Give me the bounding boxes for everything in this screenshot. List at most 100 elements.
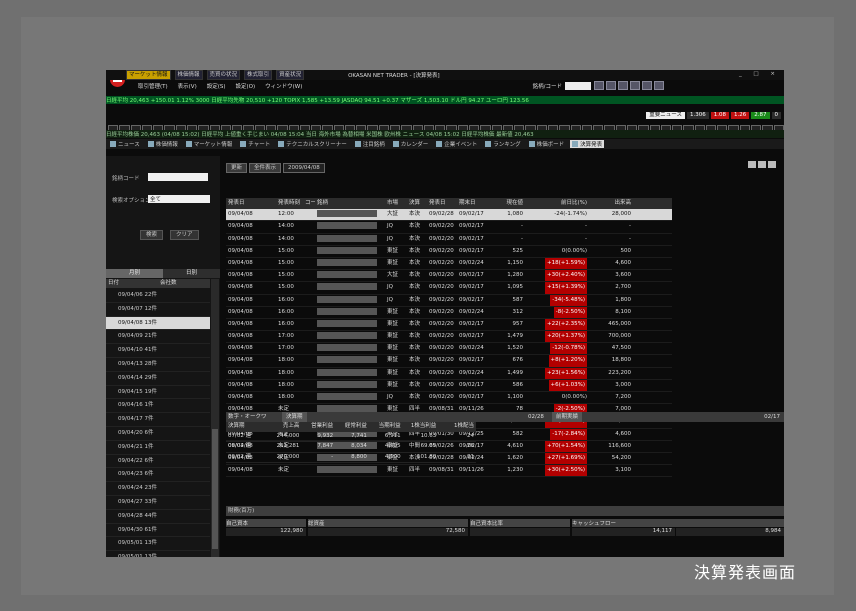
table-row[interactable]: 09/04/08 14:00 JQ 本決 09/02/20 09/02/17 - - - <box>226 234 672 246</box>
column-header[interactable]: 銘柄 <box>315 198 385 209</box>
table-row[interactable]: 09/04/08 未定 東証 四半 09/08/31 09/11/26 1,230 +30(+… <box>226 465 672 478</box>
date-list-scrollbar[interactable] <box>211 279 219 557</box>
footer-header: キャッシュフロー <box>572 519 784 527</box>
tab-screener[interactable]: テクニカルスクリーナー <box>276 140 349 148</box>
date-list-item[interactable]: 09/04/09 21件 <box>106 330 210 345</box>
col-date: 日付 <box>108 280 120 286</box>
tab-calendar[interactable]: カレンダー <box>391 140 431 148</box>
table-row[interactable]: 09/04/08 16:00 東証 本決 09/02/20 09/02/17 957 +22(… <box>226 318 672 332</box>
tool-icon[interactable] <box>618 81 628 90</box>
date-list-item[interactable]: 09/05/01 13件 <box>106 551 210 557</box>
menu-item-view[interactable]: 表示(V) <box>178 82 197 90</box>
column-header[interactable]: 発表時刻 <box>276 198 303 209</box>
date-list-item[interactable]: 09/04/17 7件 <box>106 413 210 427</box>
code-input[interactable] <box>565 81 591 90</box>
tab-board[interactable]: 株価ボード <box>527 140 567 148</box>
menu-item-settings[interactable]: 設定(S) <box>207 82 226 90</box>
print-icon[interactable] <box>748 161 756 168</box>
tab-monthly[interactable]: 月別 <box>106 269 163 278</box>
clear-button[interactable]: クリア <box>170 230 199 240</box>
table-row[interactable]: 09/04/08 18:00 東証 本決 09/02/20 09/02/17 586 +6(+… <box>226 379 672 392</box>
table-row[interactable]: 09/04/08 15:00 東証 本決 09/02/20 09/02/24 1,150 +1… <box>226 257 672 271</box>
table-cell: 09/02/20 <box>429 308 454 315</box>
column-header[interactable]: 発表日 <box>226 198 276 209</box>
code-field[interactable] <box>148 173 208 181</box>
date-list-item[interactable]: 09/04/21 1件 <box>106 441 210 455</box>
toolbar-button-status[interactable]: 売買の状況 <box>206 70 241 80</box>
date-list-item[interactable]: 09/04/23 6件 <box>106 468 210 483</box>
column-header[interactable]: 市場 <box>385 198 407 209</box>
redacted-name <box>317 466 377 474</box>
toolbar-button-assets[interactable]: 資産状況 <box>276 70 305 80</box>
date-list-item[interactable]: 09/04/27 33件 <box>106 496 210 510</box>
date-list-item[interactable]: 09/04/16 1件 <box>106 399 210 414</box>
tab-ranking[interactable]: ランキング <box>483 140 522 148</box>
date-list-item[interactable]: 09/04/06 22件 <box>106 289 210 303</box>
table-row[interactable]: 09/04/08 17:00 東証 本決 09/02/20 09/02/24 1,520 -1… <box>226 343 672 356</box>
date-list-item[interactable]: 09/04/15 19件 <box>106 386 210 400</box>
menu-icon[interactable] <box>768 161 776 168</box>
tool-icon[interactable] <box>654 81 664 90</box>
tool-icon[interactable] <box>642 81 652 90</box>
table-cell: 09/02/20 <box>429 296 454 303</box>
column-header[interactable]: 期末日 <box>457 198 489 209</box>
show-all-button[interactable]: 全件表示 <box>249 163 282 173</box>
column-header[interactable]: 決算 <box>407 198 427 209</box>
tab-featured[interactable]: 注目銘柄 <box>353 140 387 148</box>
date-list-item[interactable]: 09/04/28 44件 <box>106 510 210 524</box>
option-select[interactable]: 全て <box>148 195 210 203</box>
table-row[interactable]: 09/04/08 18:00 東証 本決 09/02/20 09/02/17 676 +8(+… <box>226 355 672 368</box>
date-list-item[interactable]: 09/04/30 61件 <box>106 524 210 538</box>
ticker-value: 1.306 <box>687 112 709 119</box>
table-row[interactable]: 09/04/08 15:00 JQ 本決 09/02/20 09/02/17 1,095 +1… <box>226 282 672 295</box>
tab-label: カレンダー <box>400 142 429 148</box>
tool-icon[interactable] <box>606 81 616 90</box>
tab-events[interactable]: 企業イベント <box>434 140 479 148</box>
settings-icon[interactable] <box>758 161 766 168</box>
news-label[interactable]: 重要ニュース <box>646 112 685 119</box>
toolbar-button-trade[interactable]: 株式取引 <box>244 70 273 80</box>
table-row[interactable]: 09/04/08 15:00 大証 本決 09/02/20 09/02/17 1,280 +3… <box>226 270 672 283</box>
window-controls[interactable]: _ □ × <box>739 71 780 77</box>
table-row[interactable]: 09/04/08 18:00 JQ 本決 09/02/20 09/02/17 1,100 0(… <box>226 392 672 405</box>
menu-item-trade[interactable]: 取引管理(T) <box>138 82 168 90</box>
tab-daily[interactable]: 日別 <box>163 269 220 278</box>
update-button[interactable]: 更新 <box>226 163 248 173</box>
date-list-item[interactable]: 09/04/20 6件 <box>106 427 210 441</box>
tab-chart[interactable]: チャート <box>238 140 272 148</box>
column-header[interactable]: 出来高 <box>589 198 633 209</box>
date-list-item[interactable]: 09/04/24 23件 <box>106 482 210 496</box>
date-list-item[interactable]: 09/05/01 13件 <box>106 537 210 552</box>
search-button[interactable]: 検索 <box>140 230 164 240</box>
table-row[interactable]: 09/04/08 18:00 東証 本決 09/02/20 09/02/24 1,499 +2… <box>226 367 672 380</box>
toolbar-button-stock[interactable]: 株価情報 <box>174 70 203 80</box>
table-row[interactable]: 09/04/08 15:00 東証 本決 09/02/20 09/02/17 525 0(0.… <box>226 246 672 258</box>
column-header[interactable]: コード <box>303 198 315 209</box>
table-row[interactable]: 09/04/08 14:00 JQ 本決 09/02/20 09/02/17 - - - <box>226 221 672 234</box>
date-list-item[interactable]: 09/04/07 12件 <box>106 303 210 317</box>
date-list-item[interactable]: 09/04/13 28件 <box>106 358 210 372</box>
scroll-thumb[interactable] <box>212 429 218 549</box>
date-list-item[interactable]: 09/04/10 41件 <box>106 344 210 358</box>
toolbar-button-market[interactable]: マーケット情報 <box>126 70 171 80</box>
table-cell: 15:00 <box>278 247 294 254</box>
column-header[interactable]: 現在値 <box>489 198 525 209</box>
date-list-item[interactable]: 09/04/22 6件 <box>106 455 210 469</box>
tool-icon[interactable] <box>594 81 604 90</box>
date-list-item[interactable]: 09/04/08 13件 <box>106 316 210 331</box>
column-header[interactable]: 発表日 <box>427 198 457 209</box>
table-row[interactable]: 09/04/08 16:00 東証 本決 09/02/20 09/02/24 312 -8(-… <box>226 306 672 319</box>
date-list-item[interactable]: 09/04/14 29件 <box>106 372 210 386</box>
tab-market[interactable]: マーケット情報 <box>184 140 235 148</box>
tab-stock[interactable]: 株価情報 <box>146 140 180 148</box>
table-cell <box>303 258 315 269</box>
menu-item-options[interactable]: 設定(O) <box>236 82 256 90</box>
menu-item-window[interactable]: ウィンドウ(W) <box>265 82 302 90</box>
tab-news[interactable]: ニュース <box>108 140 142 148</box>
table-row[interactable]: 09/04/08 16:00 JQ 本決 09/02/20 09/02/17 587 -34(… <box>226 294 672 307</box>
table-row[interactable]: 09/04/08 12:00 大証 本決 09/02/28 09/02/17 1,080 -2… <box>226 209 672 222</box>
tab-earnings[interactable]: 決算発表 <box>570 140 605 148</box>
column-header[interactable]: 前日比(%) <box>525 198 589 209</box>
tool-icon[interactable] <box>630 81 640 90</box>
table-row[interactable]: 09/04/08 17:00 東証 本決 09/02/20 09/02/17 1,479 +2… <box>226 331 672 344</box>
